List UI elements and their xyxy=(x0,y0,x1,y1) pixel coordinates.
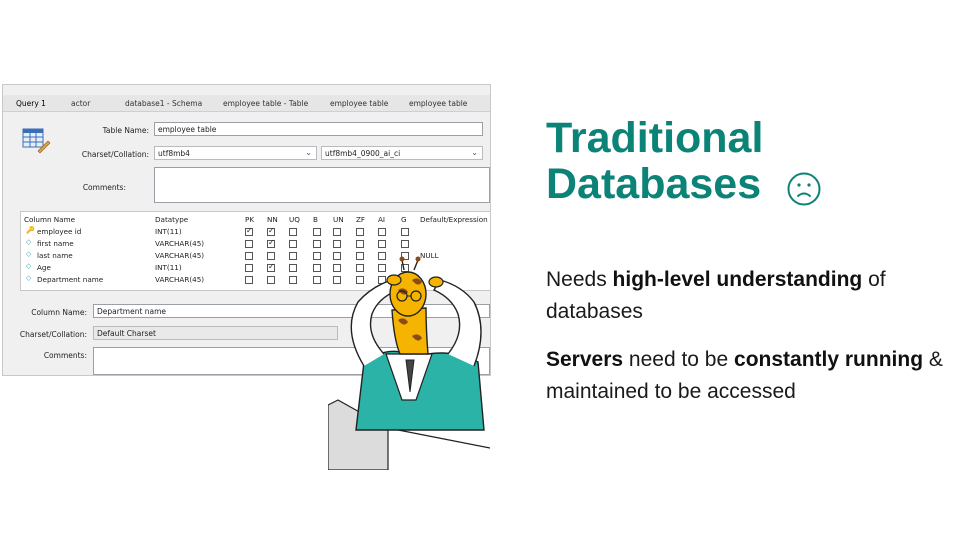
col-header-zf[interactable]: ZF xyxy=(356,215,365,224)
primary-key-icon: 🔑 xyxy=(26,226,35,234)
point-2-bold-c: constantly running xyxy=(734,348,924,371)
col-header-name[interactable]: Column Name xyxy=(24,215,75,224)
col-header-g[interactable]: G xyxy=(401,215,407,224)
row-column-name[interactable]: Age xyxy=(37,263,51,272)
row-checkbox[interactable] xyxy=(245,276,253,284)
row-checkbox[interactable] xyxy=(313,264,321,272)
tab-schema[interactable]: database1 - Schema xyxy=(125,99,202,108)
row-datatype[interactable]: INT(11) xyxy=(155,263,182,272)
row-checkbox[interactable] xyxy=(401,240,409,248)
point-1: Needs high-level understanding of databa… xyxy=(546,264,946,328)
slide-title: Traditional Databases xyxy=(546,115,763,207)
row-checkbox[interactable] xyxy=(289,228,297,236)
row-column-name[interactable]: employee id xyxy=(37,227,81,236)
tab-employee-table[interactable]: employee table xyxy=(330,99,388,108)
tab-employee-table-table[interactable]: employee table - Table xyxy=(223,99,308,108)
row-checkbox[interactable] xyxy=(245,226,253,236)
row-checkbox[interactable] xyxy=(245,240,253,248)
title-line-1: Traditional xyxy=(546,114,764,162)
column-charset-value: Default Charset xyxy=(97,329,156,338)
row-checkbox[interactable] xyxy=(401,228,409,236)
row-checkbox[interactable] xyxy=(313,228,321,236)
row-checkbox[interactable] xyxy=(313,240,321,248)
frown-icon xyxy=(787,172,821,206)
table-name-input[interactable]: employee table xyxy=(154,122,483,136)
row-checkbox[interactable] xyxy=(267,226,275,236)
giraffe-illustration xyxy=(328,256,490,470)
chevron-down-icon: ⌄ xyxy=(471,148,478,157)
tab-actor[interactable]: actor xyxy=(71,99,90,108)
collation-select[interactable]: utf8mb4_0900_ai_ci ⌄ xyxy=(321,146,483,160)
col-header-un[interactable]: UN xyxy=(333,215,344,224)
column-charset-label: Charset/Collation: xyxy=(19,330,87,339)
column-diamond-icon: ◇ xyxy=(26,262,32,270)
tab-bar: Query 1 actor database1 - Schema employe… xyxy=(3,95,490,112)
point-1-text-a: Needs xyxy=(546,268,613,291)
column-name-label: Column Name: xyxy=(31,308,87,317)
row-checkbox[interactable] xyxy=(245,264,253,272)
collation-value: utf8mb4_0900_ai_ci xyxy=(325,149,401,158)
charset-select[interactable]: utf8mb4 ⌄ xyxy=(154,146,317,160)
row-column-name[interactable]: last name xyxy=(37,251,73,260)
row-datatype[interactable]: INT(11) xyxy=(155,227,182,236)
column-diamond-icon: ◇ xyxy=(26,238,32,246)
point-2-text-b: need to be xyxy=(623,348,735,371)
table-comments-input[interactable] xyxy=(154,167,490,203)
col-header-uq[interactable]: UQ xyxy=(289,215,300,224)
row-checkbox[interactable] xyxy=(267,238,275,248)
col-header-b[interactable]: B xyxy=(313,215,318,224)
charset-value: utf8mb4 xyxy=(158,149,190,158)
row-datatype[interactable]: VARCHAR(45) xyxy=(155,239,204,248)
point-2-bold-a: Servers xyxy=(546,348,624,371)
row-checkbox[interactable] xyxy=(313,252,321,260)
row-checkbox[interactable] xyxy=(356,228,364,236)
column-comments-label: Comments: xyxy=(43,351,87,360)
row-checkbox[interactable] xyxy=(289,276,297,284)
col-header-nn[interactable]: NN xyxy=(267,215,278,224)
column-charset-select[interactable]: Default Charset xyxy=(93,326,338,340)
row-checkbox[interactable] xyxy=(378,240,386,248)
row-checkbox[interactable] xyxy=(333,228,341,236)
row-column-name[interactable]: Department name xyxy=(37,275,103,284)
col-header-ai[interactable]: AI xyxy=(378,215,385,224)
row-datatype[interactable]: VARCHAR(45) xyxy=(155,251,204,260)
row-checkbox[interactable] xyxy=(289,240,297,248)
point-2: Servers need to be constantly running & … xyxy=(546,344,946,408)
table-name-label: Table Name: xyxy=(102,126,149,135)
row-checkbox[interactable] xyxy=(289,264,297,272)
row-checkbox[interactable] xyxy=(245,252,253,260)
table-icon xyxy=(22,128,51,154)
point-1-bold: high-level understanding xyxy=(612,268,863,291)
col-header-datatype[interactable]: Datatype xyxy=(155,215,188,224)
chevron-down-icon: ⌄ xyxy=(305,148,312,157)
row-checkbox[interactable] xyxy=(267,252,275,260)
column-diamond-icon: ◇ xyxy=(26,250,32,258)
row-checkbox[interactable] xyxy=(267,276,275,284)
tab-employee-table-2[interactable]: employee table xyxy=(409,99,467,108)
row-checkbox[interactable] xyxy=(378,228,386,236)
col-header-default[interactable]: Default/Expression xyxy=(420,215,488,224)
row-checkbox[interactable] xyxy=(313,276,321,284)
tab-query-1[interactable]: Query 1 xyxy=(16,99,46,108)
row-checkbox[interactable] xyxy=(356,240,364,248)
col-header-pk[interactable]: PK xyxy=(245,215,254,224)
row-column-name[interactable]: first name xyxy=(37,239,74,248)
comments-label: Comments: xyxy=(82,183,126,192)
charset-label: Charset/Collation: xyxy=(81,150,149,159)
row-datatype[interactable]: VARCHAR(45) xyxy=(155,275,204,284)
row-checkbox[interactable] xyxy=(267,262,275,272)
title-line-2: Databases xyxy=(546,160,762,208)
column-diamond-icon: ◇ xyxy=(26,274,32,282)
row-checkbox[interactable] xyxy=(289,252,297,260)
row-checkbox[interactable] xyxy=(333,240,341,248)
